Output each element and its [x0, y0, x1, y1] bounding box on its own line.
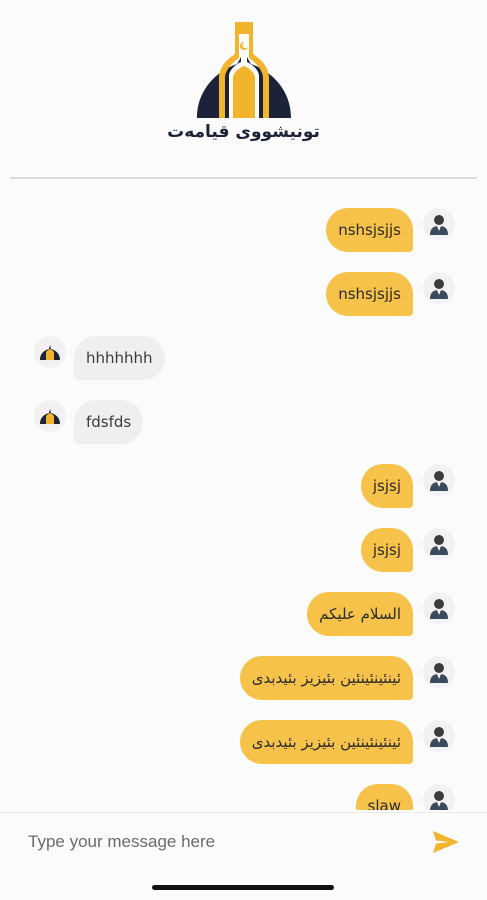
user-message-bubble: ئینئینئینئین بئیزیز بئیدبدی: [239, 656, 413, 700]
chat-message: nshsjsjjs: [326, 208, 455, 252]
chat-message: jsjsj: [360, 464, 455, 508]
bot-message-bubble: fdsfds: [74, 400, 144, 444]
mosque-logo-icon: [196, 22, 291, 118]
user-message-bubble: nshsjsjjs: [326, 272, 413, 316]
bot-message-bubble: hhhhhhh: [74, 336, 165, 380]
message-input[interactable]: [28, 827, 408, 857]
user-avatar-icon: [423, 464, 455, 496]
chat-message: hhhhhhh: [34, 336, 165, 380]
app-header: تونیشووی قیامەت: [0, 0, 487, 180]
header-divider: [10, 177, 477, 179]
user-avatar-icon: [423, 592, 455, 624]
chat-message-list[interactable]: nshsjsjjs nshsjsjjs hhhhhhh fdsfds jsjsj…: [0, 192, 487, 810]
send-icon: [433, 831, 459, 853]
send-button[interactable]: [430, 828, 462, 856]
user-avatar-icon: [423, 656, 455, 688]
user-message-bubble: ئینئینئینئین بئیزیز بئیدبدی: [239, 720, 413, 764]
user-avatar-icon: [423, 720, 455, 752]
user-avatar-icon: [423, 784, 455, 810]
chat-message: slaw: [355, 784, 455, 810]
mosque-logo-icon: [34, 400, 66, 432]
chat-message: السلام عليكم: [307, 592, 455, 636]
user-message-bubble: jsjsj: [360, 464, 413, 508]
chat-message: fdsfds: [34, 400, 144, 444]
brand-title: تونیشووی قیامەت: [167, 122, 320, 142]
home-indicator[interactable]: [152, 885, 334, 890]
chat-message: ئینئینئینئین بئیزیز بئیدبدی: [239, 656, 455, 700]
user-message-bubble: jsjsj: [360, 528, 413, 572]
user-message-bubble: السلام عليكم: [307, 592, 413, 636]
user-avatar-icon: [423, 528, 455, 560]
chat-message: jsjsj: [360, 528, 455, 572]
user-avatar-icon: [423, 208, 455, 240]
message-composer: [0, 812, 487, 870]
mosque-logo-icon: [34, 336, 66, 368]
user-message-bubble: nshsjsjjs: [326, 208, 413, 252]
chat-message: ئینئینئینئین بئیزیز بئیدبدی: [239, 720, 455, 764]
chat-message: nshsjsjjs: [326, 272, 455, 316]
user-message-bubble: slaw: [355, 784, 413, 810]
user-avatar-icon: [423, 272, 455, 304]
